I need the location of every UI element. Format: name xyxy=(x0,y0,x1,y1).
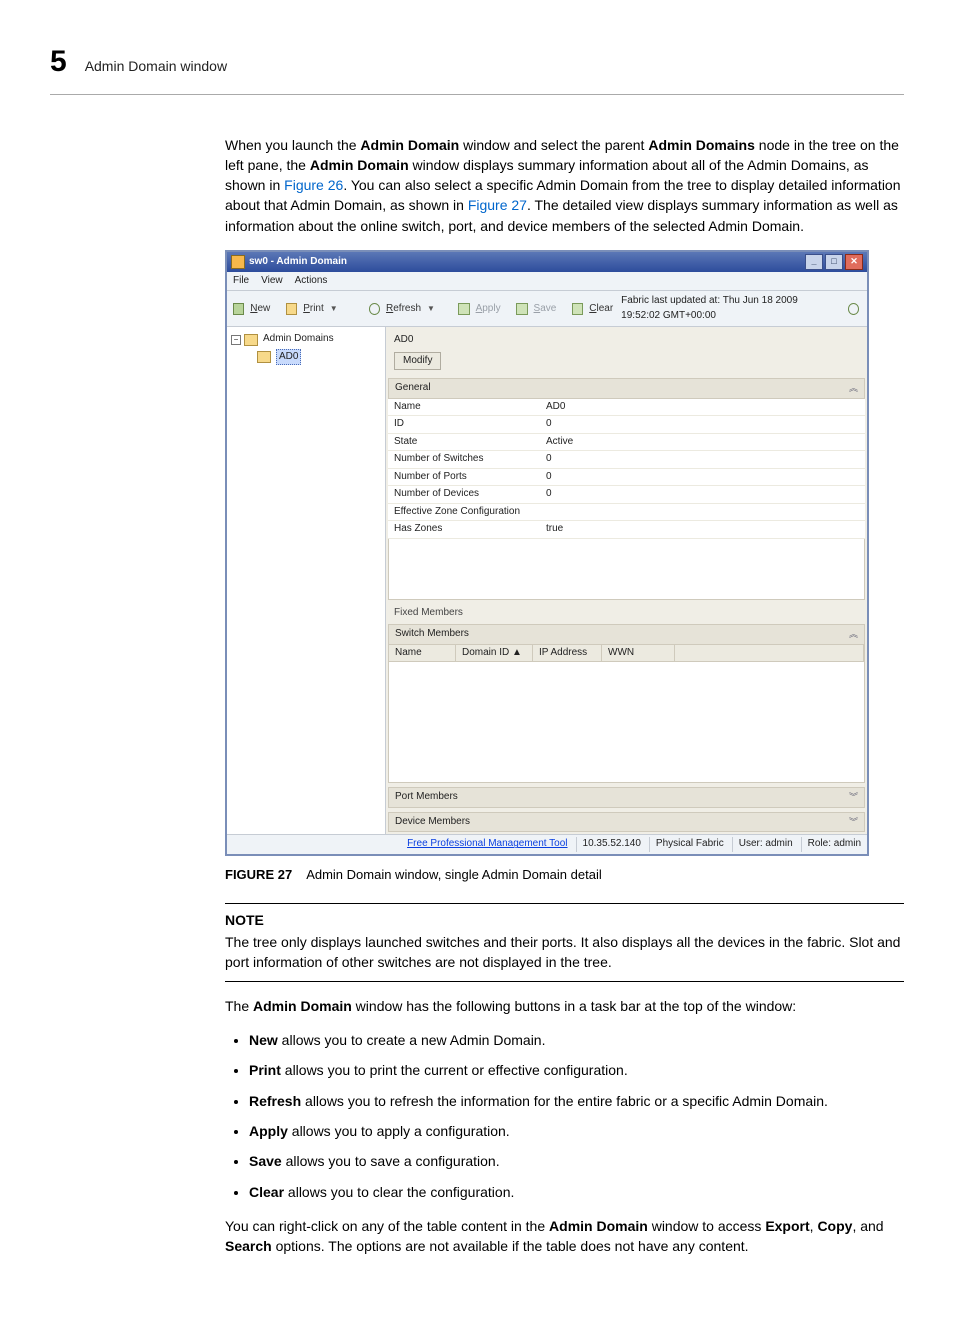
management-tool-link[interactable]: Free Professional Management Tool xyxy=(407,837,567,852)
list-item: Refresh allows you to refresh the inform… xyxy=(249,1091,904,1111)
detail-heading: AD0 xyxy=(394,333,859,348)
page-header: 5 Admin Domain window xyxy=(50,40,904,84)
switch-columns: Name Domain ID ▲ IP Address WWN xyxy=(388,645,865,663)
expand-port-icon[interactable]: ︾ xyxy=(849,791,858,804)
col-wwn[interactable]: WWN xyxy=(602,645,675,662)
closing-paragraph: You can right-click on any of the table … xyxy=(225,1216,904,1257)
tree-child-ad0[interactable]: AD0 xyxy=(257,348,381,367)
window-title: sw0 - Admin Domain xyxy=(249,255,347,270)
status-user: User: admin xyxy=(732,837,793,852)
print-icon xyxy=(286,303,297,315)
table-row: Number of Switches0 xyxy=(388,451,865,469)
note-rule-top xyxy=(225,903,904,904)
table-row: StateActive xyxy=(388,433,865,451)
header-rule xyxy=(50,94,904,95)
status-role: Role: admin xyxy=(801,837,861,852)
list-item: Print allows you to print the current or… xyxy=(249,1060,904,1080)
fabric-status: Fabric last updated at: Thu Jun 18 2009 … xyxy=(621,294,832,323)
folder-icon xyxy=(244,334,258,346)
toolbar: New Print ▼ Refresh ▼ Apply Save Clear Fab… xyxy=(227,291,867,327)
figure-27-link[interactable]: Figure 27 xyxy=(468,197,527,213)
new-button[interactable]: New xyxy=(250,302,270,317)
collapse-icon[interactable]: − xyxy=(231,335,241,345)
note-label: NOTE xyxy=(225,910,904,930)
statusbar: Free Professional Management Tool 10.35.… xyxy=(227,834,867,854)
col-domain[interactable]: Domain ID ▲ xyxy=(456,645,533,662)
app-icon xyxy=(231,255,245,269)
print-button[interactable]: Print xyxy=(303,302,324,317)
col-name[interactable]: Name xyxy=(389,645,456,662)
menubar: File View Actions xyxy=(227,272,867,292)
tree-root[interactable]: − Admin Domains xyxy=(231,331,381,348)
page-header-title: Admin Domain window xyxy=(85,56,227,76)
maximize-button[interactable]: □ xyxy=(825,254,843,270)
refresh-status-icon[interactable] xyxy=(848,303,859,315)
save-button[interactable]: Save xyxy=(534,302,557,317)
titlebar: sw0 - Admin Domain _ □ ✕ xyxy=(227,252,867,272)
switch-list xyxy=(388,662,865,783)
minimize-button[interactable]: _ xyxy=(805,254,823,270)
clear-icon xyxy=(572,303,583,315)
collapse-general-icon[interactable]: ︽ xyxy=(849,382,858,395)
device-members-section[interactable]: Device Members ︾ xyxy=(388,812,865,833)
page-number: 5 xyxy=(50,40,67,84)
general-table: NameAD0 ID0 StateActive Number of Switch… xyxy=(388,399,865,539)
table-row: Effective Zone Configuration xyxy=(388,503,865,521)
list-item: Clear allows you to clear the configurat… xyxy=(249,1182,904,1202)
menu-actions[interactable]: Actions xyxy=(295,274,328,289)
fixed-members-label: Fixed Members xyxy=(388,606,865,621)
menu-view[interactable]: View xyxy=(261,274,283,289)
status-ip: 10.35.52.140 xyxy=(576,837,641,852)
taskbar-intro: The Admin Domain window has the followin… xyxy=(225,996,904,1016)
button-list: New allows you to create a new Admin Dom… xyxy=(225,1030,904,1202)
switch-members-section[interactable]: Switch Members ︽ xyxy=(388,624,865,645)
collapse-switch-icon[interactable]: ︽ xyxy=(849,628,858,641)
close-button[interactable]: ✕ xyxy=(845,254,863,270)
figure-26-link[interactable]: Figure 26 xyxy=(284,177,343,193)
menu-file[interactable]: File xyxy=(233,274,249,289)
clear-button[interactable]: Clear xyxy=(589,302,613,317)
apply-button[interactable]: Apply xyxy=(476,302,501,317)
refresh-icon xyxy=(369,303,380,315)
refresh-dropdown-icon[interactable]: ▼ xyxy=(427,303,435,315)
modify-button[interactable]: Modify xyxy=(394,352,441,371)
refresh-button[interactable]: Refresh xyxy=(386,302,421,317)
col-ip[interactable]: IP Address xyxy=(533,645,602,662)
port-members-section[interactable]: Port Members ︾ xyxy=(388,787,865,808)
list-item: Apply allows you to apply a configuratio… xyxy=(249,1121,904,1141)
table-row: Number of Ports0 xyxy=(388,468,865,486)
list-item: New allows you to create a new Admin Dom… xyxy=(249,1030,904,1050)
admin-domain-window: sw0 - Admin Domain _ □ ✕ File View Actio… xyxy=(225,250,869,856)
expand-device-icon[interactable]: ︾ xyxy=(849,816,858,829)
table-row: ID0 xyxy=(388,416,865,434)
print-dropdown-icon[interactable]: ▼ xyxy=(330,303,338,315)
figure-caption: FIGURE 27Admin Domain window, single Adm… xyxy=(225,866,904,885)
general-section[interactable]: General ︽ xyxy=(388,378,865,399)
table-row: NameAD0 xyxy=(388,399,865,416)
apply-icon xyxy=(458,303,469,315)
save-icon xyxy=(516,303,527,315)
intro-paragraph: When you launch the Admin Domain window … xyxy=(225,135,904,236)
new-icon xyxy=(233,303,244,315)
tree-pane: − Admin Domains AD0 xyxy=(227,327,386,834)
status-fabric: Physical Fabric xyxy=(649,837,724,852)
table-row: Has Zonestrue xyxy=(388,521,865,539)
detail-pane: AD0 Modify General ︽ NameAD0 ID0 StateAc… xyxy=(386,327,867,834)
note-text: The tree only displays launched switches… xyxy=(225,932,904,973)
note-rule-bottom xyxy=(225,981,904,982)
list-item: Save allows you to save a configuration. xyxy=(249,1151,904,1171)
domain-icon xyxy=(257,351,271,363)
table-row: Number of Devices0 xyxy=(388,486,865,504)
